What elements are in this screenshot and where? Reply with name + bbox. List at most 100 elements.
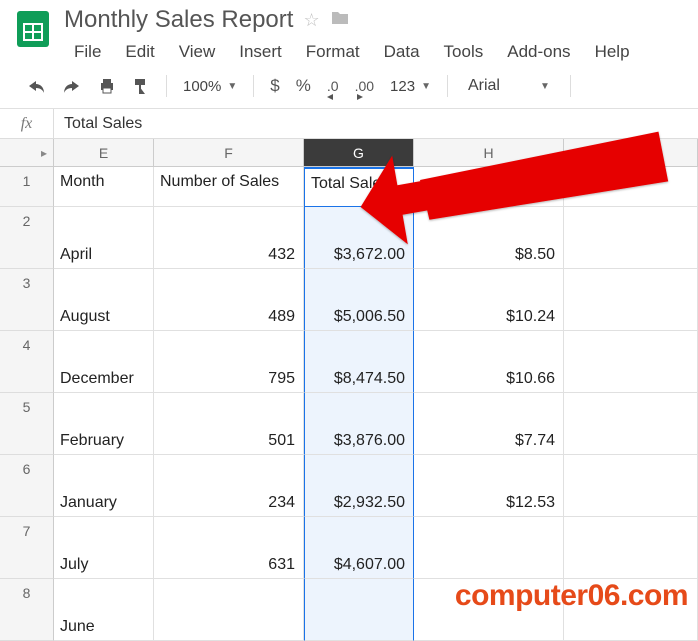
column-header-I[interactable]: I bbox=[564, 139, 698, 167]
cell[interactable]: 501 bbox=[154, 393, 304, 455]
font-select[interactable]: Arial ▼ bbox=[458, 77, 560, 95]
cell[interactable]: $8,474.50 bbox=[304, 331, 414, 393]
separator bbox=[447, 75, 448, 97]
menu-file[interactable]: File bbox=[64, 38, 111, 66]
cell[interactable]: $3,876.00 bbox=[304, 393, 414, 455]
cell[interactable]: December bbox=[54, 331, 154, 393]
cell[interactable]: $2,932.50 bbox=[304, 455, 414, 517]
cell[interactable]: 795 bbox=[154, 331, 304, 393]
cell[interactable]: $8.50 bbox=[414, 207, 564, 269]
formula-input[interactable] bbox=[54, 109, 698, 138]
row-header[interactable]: 6 bbox=[0, 455, 54, 517]
zoom-value: 100% bbox=[183, 78, 221, 95]
cell[interactable]: $10.24 bbox=[414, 269, 564, 331]
cell[interactable] bbox=[564, 517, 698, 579]
row-header[interactable]: 8 bbox=[0, 579, 54, 641]
cell[interactable]: Month bbox=[54, 167, 154, 207]
undo-icon[interactable] bbox=[20, 74, 52, 98]
cell[interactable]: $3,672.00 bbox=[304, 207, 414, 269]
increase-decimal-button[interactable]: .00 bbox=[349, 74, 380, 98]
cell[interactable] bbox=[564, 331, 698, 393]
app-header: Monthly Sales Report ☆ File Edit View In… bbox=[0, 0, 698, 66]
table-row: Month Number of Sales Total Sales bbox=[54, 167, 698, 207]
cell[interactable]: Total Sales bbox=[304, 167, 414, 207]
cell[interactable]: January bbox=[54, 455, 154, 517]
decrease-decimal-button[interactable]: .0 bbox=[321, 74, 345, 98]
table-row: January 234 $2,932.50 $12.53 bbox=[54, 455, 698, 517]
fx-label: fx bbox=[0, 109, 54, 138]
row-header[interactable]: 3 bbox=[0, 269, 54, 331]
row-header[interactable]: 2 bbox=[0, 207, 54, 269]
table-row: December 795 $8,474.50 $10.66 bbox=[54, 331, 698, 393]
number-format-select[interactable]: 123 ▼ bbox=[384, 78, 437, 95]
cell[interactable]: July bbox=[54, 517, 154, 579]
cell[interactable]: February bbox=[54, 393, 154, 455]
row-header[interactable]: 4 bbox=[0, 331, 54, 393]
folder-icon[interactable] bbox=[330, 10, 350, 31]
watermark: computer06.com bbox=[455, 579, 688, 613]
table-row: April 432 $3,672.00 $8.50 bbox=[54, 207, 698, 269]
column-header-H[interactable]: H bbox=[414, 139, 564, 167]
table-row: February 501 $3,876.00 $7.74 bbox=[54, 393, 698, 455]
select-all-corner[interactable]: ▸ bbox=[0, 139, 54, 167]
paint-format-icon[interactable] bbox=[126, 73, 156, 99]
cell[interactable]: 489 bbox=[154, 269, 304, 331]
menu-help[interactable]: Help bbox=[585, 38, 640, 66]
cell[interactable] bbox=[154, 579, 304, 641]
star-icon[interactable]: ☆ bbox=[303, 10, 319, 31]
menu-format[interactable]: Format bbox=[296, 38, 370, 66]
separator bbox=[570, 75, 571, 97]
menu-edit[interactable]: Edit bbox=[115, 38, 164, 66]
separator bbox=[166, 75, 167, 97]
cell[interactable]: $5,006.50 bbox=[304, 269, 414, 331]
cell[interactable]: Number of Sales bbox=[154, 167, 304, 207]
cell[interactable] bbox=[564, 207, 698, 269]
cell[interactable] bbox=[414, 167, 564, 207]
cell[interactable]: $7.74 bbox=[414, 393, 564, 455]
menu-insert[interactable]: Insert bbox=[229, 38, 292, 66]
redo-icon[interactable] bbox=[56, 74, 88, 98]
cell[interactable] bbox=[564, 167, 698, 207]
row-header[interactable]: 7 bbox=[0, 517, 54, 579]
cell[interactable]: 432 bbox=[154, 207, 304, 269]
menu-bar: File Edit View Insert Format Data Tools … bbox=[64, 38, 690, 66]
separator bbox=[253, 75, 254, 97]
cell[interactable]: $4,607.00 bbox=[304, 517, 414, 579]
cell[interactable]: 234 bbox=[154, 455, 304, 517]
menu-view[interactable]: View bbox=[169, 38, 226, 66]
cell[interactable]: April bbox=[54, 207, 154, 269]
cell[interactable] bbox=[304, 579, 414, 641]
column-header-F[interactable]: F bbox=[154, 139, 304, 167]
toolbar: 100% ▼ $ % .0 .00 123 ▼ Arial ▼ bbox=[0, 66, 698, 109]
cell[interactable]: $12.53 bbox=[414, 455, 564, 517]
print-icon[interactable] bbox=[92, 73, 122, 99]
sheet-grid: ▸ E F G H I 1 2 3 4 5 6 7 8 Mont bbox=[0, 139, 698, 641]
sheets-logo bbox=[12, 8, 54, 50]
cell[interactable] bbox=[564, 269, 698, 331]
menu-tools[interactable]: Tools bbox=[434, 38, 494, 66]
menu-addons[interactable]: Add-ons bbox=[497, 38, 580, 66]
table-row: July 631 $4,607.00 bbox=[54, 517, 698, 579]
menu-data[interactable]: Data bbox=[374, 38, 430, 66]
column-header-E[interactable]: E bbox=[54, 139, 154, 167]
cell[interactable]: 631 bbox=[154, 517, 304, 579]
formula-bar: fx bbox=[0, 109, 698, 139]
cell[interactable] bbox=[564, 455, 698, 517]
chevron-down-icon: ▼ bbox=[227, 81, 237, 92]
row-header[interactable]: 1 bbox=[0, 167, 54, 207]
percent-button[interactable]: % bbox=[290, 72, 317, 100]
cell[interactable] bbox=[564, 393, 698, 455]
document-title[interactable]: Monthly Sales Report bbox=[64, 6, 293, 34]
arrow-right-icon: ▸ bbox=[41, 146, 47, 160]
zoom-select[interactable]: 100% ▼ bbox=[177, 78, 243, 95]
column-header-G[interactable]: G bbox=[304, 139, 414, 167]
chevron-down-icon: ▼ bbox=[540, 81, 550, 92]
cell[interactable]: August bbox=[54, 269, 154, 331]
chevron-down-icon: ▼ bbox=[421, 81, 431, 92]
cell[interactable] bbox=[414, 517, 564, 579]
row-header[interactable]: 5 bbox=[0, 393, 54, 455]
cell[interactable]: $10.66 bbox=[414, 331, 564, 393]
cell[interactable]: June bbox=[54, 579, 154, 641]
currency-button[interactable]: $ bbox=[264, 72, 285, 100]
table-row: August 489 $5,006.50 $10.24 bbox=[54, 269, 698, 331]
